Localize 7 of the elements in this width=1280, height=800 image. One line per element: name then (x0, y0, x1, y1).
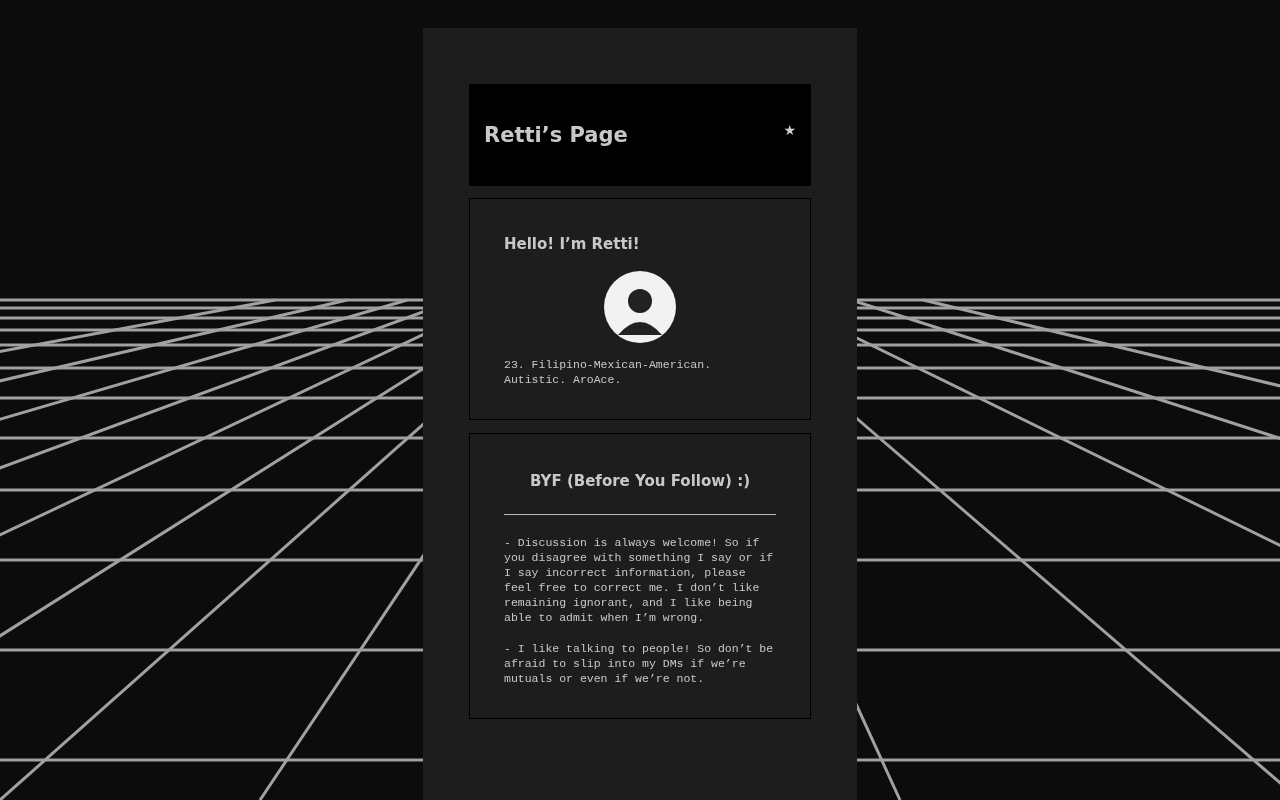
byf-paragraph: - I like talking to people! So don’t be afraid to slip into my DMs if we’re mutuals or even if we’re not. (504, 641, 775, 686)
page-title: Retti’s Page (484, 123, 628, 147)
byf-heading: BYF (Before You Follow) :) (528, 472, 751, 490)
byf-paragraph: - Discussion is always welcome! So if you disagree with something I say or if I say incorrect information, please feel free to correct me. I don’t like remaining ignorant, and I like being able to admit when I’m wrong. (504, 535, 775, 625)
bio-text: 23. Filipino-Mexican-American. Autistic. AroAce. (504, 357, 713, 387)
star-icon: ★ (783, 122, 796, 138)
intro-heading: Hello! I’m Retti! (504, 235, 641, 253)
